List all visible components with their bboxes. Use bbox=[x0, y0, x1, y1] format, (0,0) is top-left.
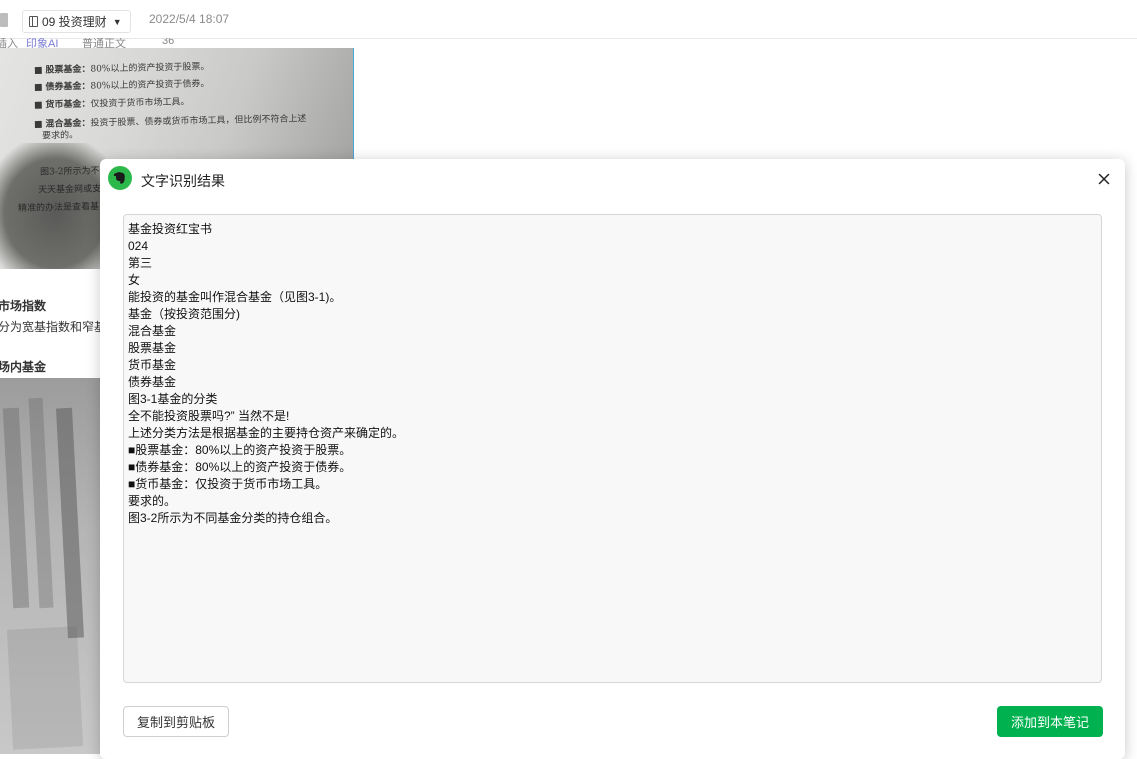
notebook-icon bbox=[29, 16, 38, 27]
ocr-text-line: 股票基金 bbox=[128, 341, 177, 355]
photo-text-line: 精准的办法是查看基 bbox=[17, 202, 100, 214]
toolbar-style[interactable]: 普通正文 bbox=[82, 38, 126, 48]
photo-text-line: 要求的。 bbox=[41, 130, 79, 142]
notebook-selector[interactable]: 09 投资理财 ▼ bbox=[22, 10, 131, 33]
ocr-text-line: 货币基金 bbox=[128, 358, 177, 372]
ocr-text-line: 基金投资红宝书 bbox=[128, 222, 213, 236]
photo-stripe bbox=[2, 407, 30, 609]
dialog-title: 文字识别结果 bbox=[141, 173, 225, 189]
ocr-text-line: 能投资的基金叫作混合基金（见图3-1)。 bbox=[128, 290, 342, 304]
ocr-text-line: 混合基金 bbox=[128, 324, 177, 338]
ocr-text-line: 债券基金 bbox=[128, 375, 177, 389]
close-icon[interactable] bbox=[1094, 169, 1114, 189]
ocr-text-line: 女 bbox=[128, 273, 141, 287]
top-bar: 09 投资理财 ▼ 2022/5/4 18:07 bbox=[0, 0, 1137, 39]
ocr-text-area[interactable]: 基金投资红宝书 024 第三女能投资的基金叫作混合基金（见图3-1)。 基金（按投资范… bbox=[123, 214, 1102, 683]
note-heading-market-index: 市场指数 bbox=[0, 299, 47, 313]
photo-stripe bbox=[6, 626, 84, 750]
toolbar-insert[interactable]: 插入 bbox=[0, 38, 18, 48]
sidebar-toggle-icon[interactable] bbox=[0, 13, 8, 27]
note-timestamp: 2022/5/4 18:07 bbox=[149, 12, 230, 26]
photo-text-line: ■ 股票基金：80%以上的资产投资于股票。 bbox=[33, 62, 210, 76]
ocr-text-line: 全不能投资股票吗?” 当然不是! bbox=[128, 409, 290, 423]
copy-to-clipboard-button[interactable]: 复制到剪贴板 bbox=[123, 706, 229, 737]
toolbar-font-size[interactable]: 36 bbox=[162, 38, 174, 47]
ocr-text-line: 024 bbox=[128, 239, 149, 253]
note-paragraph: 分为宽基指数和窄基 bbox=[0, 320, 107, 334]
toolbar-ai[interactable]: 印象AI bbox=[26, 38, 58, 48]
ocr-text-line: 要求的。 bbox=[128, 494, 177, 508]
note-heading-exchange-fund: 场内基金 bbox=[0, 360, 47, 374]
photo-text-line: ■ 债券基金：80%以上的资产投资于债券。 bbox=[33, 79, 210, 93]
note-image-2[interactable] bbox=[0, 378, 100, 754]
notebook-label: 09 投资理财 bbox=[42, 15, 107, 29]
ocr-text-line: ■债券基金：80%以上的资产投资于债券。 bbox=[128, 460, 352, 474]
ocr-text-line: ■货币基金：仅投资于货币市场工具。 bbox=[128, 477, 328, 491]
evernote-logo-icon bbox=[108, 166, 132, 190]
photo-stripe bbox=[55, 407, 85, 639]
ocr-text-line: 第三 bbox=[128, 256, 153, 270]
editor-toolbar: 插入 印象AI 普通正文 36 bbox=[0, 38, 1137, 48]
caret-down-icon: ▼ bbox=[112, 16, 122, 27]
add-to-note-button[interactable]: 添加到本笔记 bbox=[997, 706, 1103, 737]
ocr-text-line: 图3-1基金的分类 bbox=[128, 392, 218, 406]
ocr-text-line: 上述分类方法是根据基金的主要持仓资产来确定的。 bbox=[128, 426, 405, 440]
ocr-text-line: 图3-2所示为不同基金分类的持仓组合。 bbox=[128, 511, 338, 525]
photo-text-line: ■ 货币基金：仅投资于货币市场工具。 bbox=[33, 97, 190, 111]
photo-text-line: 天天基金网或支 bbox=[37, 184, 102, 196]
photo-text-line: 图3-2所示为不 bbox=[39, 166, 100, 178]
ocr-result-dialog: 文字识别结果 基金投资红宝书 024 第三女能投资的基金叫作混合基金（见图3-1)。… bbox=[100, 159, 1125, 759]
photo-stripe bbox=[28, 397, 54, 609]
ocr-text-line: ■股票基金：80%以上的资产投资于股票。 bbox=[128, 443, 352, 457]
ocr-text-line: 基金（按投资范围分) bbox=[128, 307, 240, 321]
